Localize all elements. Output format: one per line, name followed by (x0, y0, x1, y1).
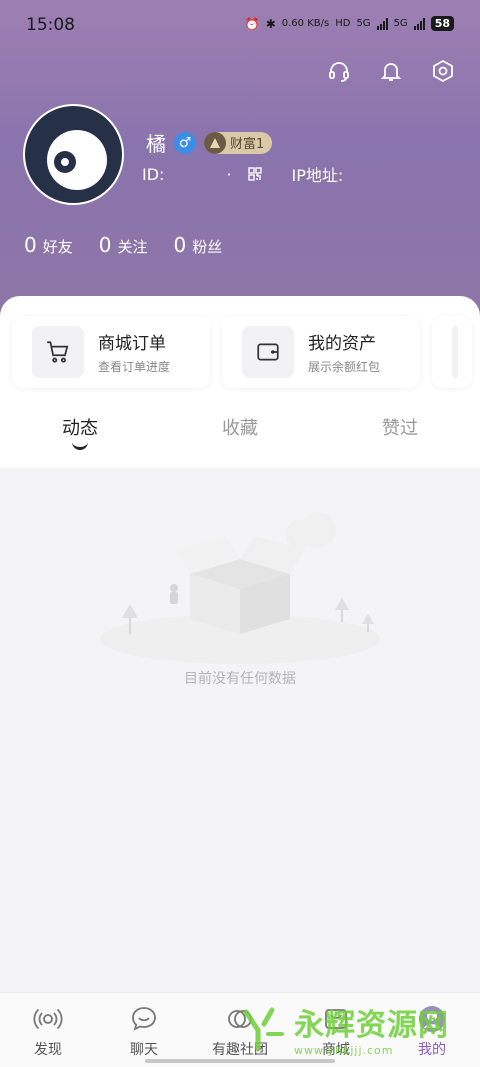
male-icon: ♂ (174, 131, 196, 154)
nav-discover[interactable]: 发现 (0, 993, 96, 1067)
tab-favorites[interactable]: 收藏 (160, 414, 320, 454)
stat-label: 粉丝 (192, 238, 223, 256)
assets-card[interactable]: 我的资产 展示余额红包 (222, 316, 420, 388)
status-bar: 15:08 ⏰ ✱ 0.60 KB/s HD 5G 5G 58 (0, 0, 480, 50)
chat-icon (128, 1003, 160, 1035)
stat-label: 关注 (117, 238, 148, 256)
orders-card[interactable]: 商城订单 查看订单进度 (12, 316, 210, 388)
broadcast-icon (32, 1003, 64, 1035)
bluetooth-icon: ✱ (265, 16, 276, 31)
stat-label: 好友 (42, 238, 73, 256)
watermark-logo (243, 1007, 284, 1050)
stat-following[interactable]: 0 关注 (99, 233, 148, 257)
system-icons: ⏰ ✱ 0.60 KB/s HD 5G 5G 58 (245, 16, 454, 31)
more-card-icon (452, 326, 458, 378)
tab-label: 动态 (62, 418, 98, 439)
id-value: · (226, 164, 232, 184)
stat-count: 0 (98, 233, 112, 257)
tab-label: 赞过 (382, 418, 418, 439)
nav-label: 聊天 (130, 1042, 158, 1058)
signal-icon (376, 17, 388, 30)
network-type-2: 5G (393, 18, 408, 29)
wallet-icon (242, 326, 294, 378)
stat-friends[interactable]: 0 好友 (24, 233, 73, 257)
user-name: 橘 (146, 132, 166, 156)
wealth-badge[interactable]: 财富1 (204, 131, 273, 154)
network-type-1: 5G (356, 18, 371, 29)
nav-chat[interactable]: 聊天 (96, 993, 192, 1067)
stat-fans[interactable]: 0 粉丝 (174, 233, 223, 257)
qr-code-icon[interactable] (247, 167, 262, 181)
card-subtitle: 查看订单进度 (98, 360, 171, 374)
empty-message: 目前没有任何数据 (184, 671, 296, 687)
watermark-url: www.yhkjjj.com (294, 1044, 394, 1057)
wealth-level-icon (204, 131, 226, 154)
empty-box-illustration (100, 512, 380, 664)
watermark-title: 永辉资源网 (294, 1008, 449, 1043)
headset-icon[interactable] (326, 58, 352, 84)
stat-count: 0 (24, 233, 37, 257)
card-subtitle: 展示余额红包 (308, 360, 381, 374)
battery-icon: 58 (430, 16, 454, 31)
signal-icon-2 (413, 17, 425, 30)
ip-label: IP地址: (291, 166, 344, 185)
alarm-icon: ⏰ (244, 16, 260, 31)
content-panel: 商城订单 查看订单进度 我的资产 展示余额红包 动态 收藏 赞过 (0, 296, 480, 468)
header-actions (326, 58, 456, 84)
home-indicator (145, 1059, 335, 1063)
id-label: ID: (142, 164, 165, 184)
card-title: 我的资产 (308, 334, 376, 354)
social-stats: 0 好友 0 关注 0 粉丝 (24, 233, 222, 257)
shortcut-cards: 商城订单 查看订单进度 我的资产 展示余额红包 (12, 316, 472, 388)
card-title: 商城订单 (98, 334, 166, 354)
tab-label: 收藏 (222, 418, 258, 439)
nav-label: 发现 (34, 1042, 62, 1058)
watermark: 永辉资源网 www.yhkjjj.com (238, 1000, 449, 1057)
status-time: 15:08 (26, 15, 75, 35)
bell-icon[interactable] (378, 58, 404, 84)
settings-icon[interactable] (430, 58, 456, 84)
hd-icon: HD (335, 18, 351, 29)
tab-liked[interactable]: 赞过 (320, 414, 480, 454)
avatar[interactable] (23, 104, 124, 205)
more-card[interactable] (432, 316, 472, 388)
network-speed: 0.60 KB/s (281, 18, 330, 29)
active-tab-indicator (72, 442, 88, 450)
content-tabs: 动态 收藏 赞过 (0, 414, 480, 454)
tab-posts[interactable]: 动态 (0, 414, 160, 454)
profile-header: 15:08 ⏰ ✱ 0.60 KB/s HD 5G 5G 58 橘 ♂ 财富1 … (0, 0, 480, 320)
name-row: 橘 ♂ 财富1 (146, 128, 273, 157)
stat-count: 0 (173, 233, 187, 257)
cart-icon (32, 326, 84, 378)
wealth-badge-label: 财富1 (230, 137, 265, 152)
empty-state: 目前没有任何数据 (0, 468, 480, 992)
id-row: ID: · IP地址: (142, 162, 343, 186)
